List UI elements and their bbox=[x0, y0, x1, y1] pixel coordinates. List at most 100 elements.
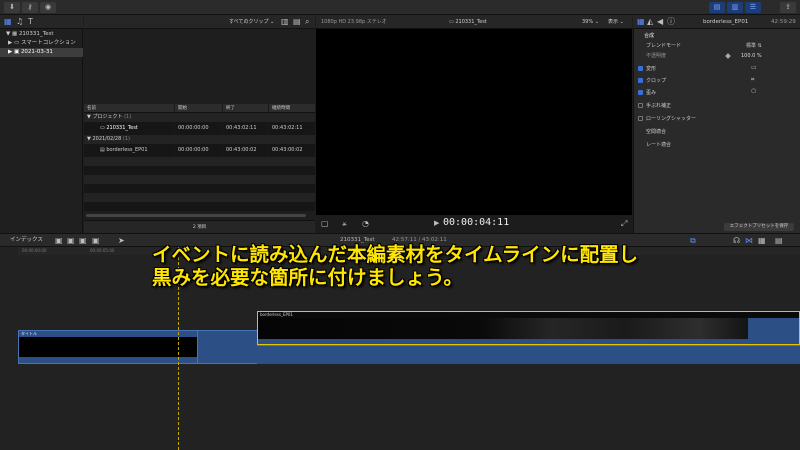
empty-row bbox=[84, 157, 315, 166]
checkbox-checked[interactable] bbox=[638, 78, 643, 83]
info-icon[interactable]: ⓘ bbox=[667, 18, 675, 26]
titles-icon[interactable]: T bbox=[28, 18, 33, 26]
select-tool-icon[interactable]: ➤ bbox=[118, 237, 125, 245]
column-duration[interactable]: 継続時間 bbox=[268, 104, 315, 113]
table-row[interactable]: ▭ 210331_Test 00:00:00:00 00:43:02:11 00… bbox=[84, 122, 315, 135]
audio-inspector-icon[interactable]: ◀ bbox=[657, 18, 663, 26]
timeline-clip-title[interactable]: タイトル bbox=[18, 330, 198, 364]
photos-icon[interactable]: ♫ bbox=[16, 18, 23, 26]
project-icon: ▭ bbox=[100, 125, 105, 131]
column-start[interactable]: 開始 bbox=[174, 104, 222, 113]
project-icon: ▭ bbox=[449, 19, 454, 25]
viewer-format: 1080p HD 23.98p ステレオ bbox=[321, 19, 387, 25]
download-icon[interactable]: ⬇ bbox=[4, 2, 20, 13]
cell-end: 00:43:00:02 bbox=[222, 144, 268, 157]
viewer-transport: ▢ ⚹ ◔ ▶ 00:00:04:11 ⤢ bbox=[316, 215, 632, 233]
browser-scrollbar[interactable] bbox=[86, 214, 306, 217]
list-view-icon[interactable]: ▤ bbox=[293, 18, 301, 26]
group-row-date[interactable]: ▼ 2021/02/28 (1) bbox=[84, 135, 315, 144]
libraries-icon[interactable]: ▦ bbox=[4, 18, 12, 26]
search-icon[interactable]: ⌕ bbox=[305, 18, 309, 26]
library-item-210331-test[interactable]: ▼ ▦ 210331_Test bbox=[0, 30, 83, 39]
stabilization-row[interactable]: 手ぶれ補正 bbox=[634, 100, 800, 112]
video-inspector-icon[interactable]: ▦ bbox=[637, 18, 645, 26]
transform-row[interactable]: 変形 ▭ bbox=[634, 63, 800, 75]
filmstrip-icon[interactable]: ▥ bbox=[281, 18, 289, 26]
crop-tool-icon[interactable]: ⌗ bbox=[751, 77, 754, 83]
distort-tool-icon[interactable]: ⬠ bbox=[751, 89, 756, 95]
clip-audio-strip bbox=[258, 339, 799, 344]
rolling-shutter-row[interactable]: ローリングシャッター bbox=[634, 113, 800, 125]
browser-filmstrip-area bbox=[84, 29, 315, 104]
disclosure-icon: ▼ bbox=[87, 136, 91, 142]
opacity-field[interactable]: 100.0 % bbox=[741, 50, 762, 62]
cell-end: 00:43:02:11 bbox=[222, 122, 268, 135]
crop-row[interactable]: クロップ ⌗ bbox=[634, 75, 800, 87]
timecode-display[interactable]: 00:00:04:11 bbox=[443, 217, 509, 228]
column-end[interactable]: 終了 bbox=[222, 104, 268, 113]
empty-row bbox=[84, 166, 315, 175]
effects-icon[interactable]: ⚹ bbox=[342, 220, 347, 228]
inspector-toggle-icon[interactable]: ☰ bbox=[745, 2, 761, 13]
group-row-projects[interactable]: ▼ プロジェクト (1) bbox=[84, 113, 315, 122]
cell-start: 00:00:00:00 bbox=[174, 122, 222, 135]
insert-clip-icon[interactable]: ▣ bbox=[67, 237, 75, 245]
clip-filmstrip bbox=[258, 318, 748, 339]
library-item-smart-collection[interactable]: ▶ ▭ スマートコレクション bbox=[0, 39, 83, 48]
cell-duration: 00:43:02:11 bbox=[268, 122, 315, 135]
viewer-canvas[interactable] bbox=[316, 29, 632, 215]
checkbox-checked[interactable] bbox=[638, 66, 643, 71]
share-icon[interactable]: ⇪ bbox=[780, 2, 796, 13]
clip-appearance-icon[interactable]: ▦ bbox=[758, 237, 766, 245]
color-inspector-icon[interactable]: ◭ bbox=[647, 18, 653, 26]
column-name[interactable]: 名前 bbox=[84, 104, 174, 113]
timeline-toggle-icon[interactable]: ▥ bbox=[727, 2, 743, 13]
keyframe-icon[interactable] bbox=[725, 53, 731, 59]
library-icon: ▦ bbox=[11, 31, 18, 37]
sync-icon[interactable]: ◉ bbox=[40, 2, 56, 13]
cell-duration: 00:43:00:02 bbox=[268, 144, 315, 157]
speed-icon[interactable]: ◔ bbox=[362, 220, 369, 228]
inspector-time: 42:59:29 bbox=[771, 19, 796, 25]
library-item-event-2021-03-31[interactable]: ▶ ▣ 2021-03-31 bbox=[0, 48, 83, 57]
checkbox-unchecked[interactable] bbox=[638, 103, 643, 108]
timeline-clip-gap[interactable] bbox=[198, 330, 260, 364]
play-icon[interactable]: ▶ bbox=[434, 220, 439, 227]
tutorial-caption: イベントに読み込んだ本編素材をタイムラインに配置し 黒みを必要な箇所に付けましょ… bbox=[152, 243, 752, 289]
cell-start: 00:00:00:00 bbox=[174, 144, 222, 157]
empty-row bbox=[84, 175, 315, 184]
overwrite-clip-icon[interactable]: ▣ bbox=[92, 237, 100, 245]
rate-conform-row[interactable]: レート適合 bbox=[634, 139, 800, 151]
append-clip-icon[interactable]: ▣ bbox=[55, 237, 63, 245]
fullscreen-icon[interactable]: ⤢ bbox=[621, 220, 627, 228]
library-header: ▦ ♫ T bbox=[0, 15, 83, 29]
browser-column-header: 名前 開始 終了 継続時間 bbox=[84, 104, 315, 113]
event-icon: ▣ bbox=[13, 49, 20, 55]
transform-icon[interactable]: ▢ bbox=[321, 220, 329, 228]
timeline-effects-icon[interactable]: ▤ bbox=[775, 237, 783, 245]
clip-filter-dropdown[interactable]: すべてのクリップ ⌄ bbox=[229, 15, 274, 29]
chevron-down-icon: ⌄ bbox=[270, 19, 275, 25]
connect-clip-icon[interactable]: ▣ bbox=[79, 237, 87, 245]
empty-row bbox=[84, 193, 315, 202]
zoom-dropdown[interactable]: 39% ⌄ bbox=[582, 15, 599, 29]
view-dropdown[interactable]: 表示 ⌄ bbox=[608, 15, 624, 29]
caption-line-1: イベントに読み込んだ本編素材をタイムラインに配置し bbox=[152, 243, 639, 266]
distort-row[interactable]: 歪み ⬠ bbox=[634, 87, 800, 99]
table-row[interactable]: ▤ borderless_EP01 00:00:00:00 00:43:00:0… bbox=[84, 144, 315, 157]
library-sidebar: ▼ ▦ 210331_Test ▶ ▭ スマートコレクション ▶ ▣ 2021-… bbox=[0, 29, 83, 233]
viewer-header: 1080p HD 23.98p ステレオ ▭ 210331_Test 39% ⌄… bbox=[316, 15, 632, 29]
transform-tool-icon[interactable]: ▭ bbox=[751, 65, 757, 71]
empty-row bbox=[84, 184, 315, 193]
checkbox-checked[interactable] bbox=[638, 90, 643, 95]
index-button[interactable]: インデックス bbox=[10, 234, 43, 247]
key-icon[interactable]: ⚷ bbox=[22, 2, 38, 13]
timeline-primary-storyline[interactable] bbox=[257, 345, 800, 364]
save-effects-preset-button[interactable]: エフェクトプリセットを保存 bbox=[724, 223, 794, 231]
browser-toggle-icon[interactable]: ▤ bbox=[709, 2, 725, 13]
checkbox-unchecked[interactable] bbox=[638, 116, 643, 121]
spatial-conform-row[interactable]: 空間適合 bbox=[634, 126, 800, 138]
clip-thumbnail bbox=[19, 337, 197, 357]
chevron-updown-icon: ⇅ bbox=[757, 43, 762, 49]
timeline-clip-main[interactable]: borderless_EP01 bbox=[257, 311, 800, 345]
